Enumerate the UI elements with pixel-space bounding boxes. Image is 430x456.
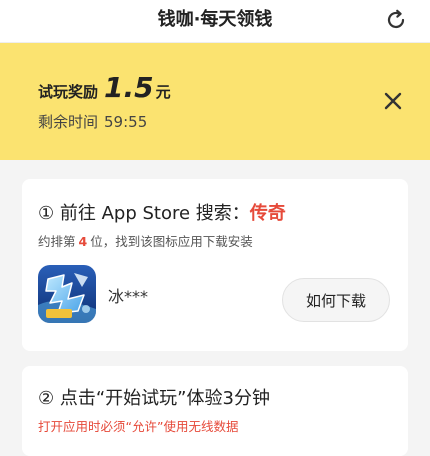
reward-unit: 元 (155, 83, 171, 101)
how-to-download-button[interactable]: 如何下载 (282, 278, 390, 322)
rank-number: 4 (78, 234, 88, 249)
step-2-warning: 打开应用时必须“允许”使用无线数据 (38, 419, 239, 434)
countdown: 剩余时间 59:55 (38, 111, 147, 132)
refresh-icon[interactable] (384, 8, 408, 32)
countdown-value: 59:55 (104, 113, 148, 131)
countdown-label: 剩余时间 (38, 113, 99, 131)
rank-hint-before: 约排第 (38, 234, 76, 249)
rank-hint: 约排第 4 位，找到该图标应用下载安装 (38, 231, 253, 250)
reward-row: 试玩奖励 1.5 元 (38, 71, 171, 105)
step-1-prefix: ① 前往 App Store 搜索： (38, 203, 250, 224)
step-2-title: ② 点击“开始试玩”体验3分钟 (38, 388, 270, 409)
reward-banner: 试玩奖励 1.5 元 剩余时间 59:55 (0, 43, 430, 160)
step-1-title: ① 前往 App Store 搜索：传奇 (38, 199, 286, 225)
top-bar: 钱咖·每天领钱 (0, 0, 430, 43)
reward-label: 试玩奖励 (38, 83, 99, 101)
page-title: 钱咖·每天领钱 (157, 9, 273, 30)
step-1-card: ① 前往 App Store 搜索：传奇 约排第 4 位，找到该图标应用下载安装 冰… (22, 179, 408, 351)
reward-amount: 1.5 (104, 71, 154, 104)
search-keyword: 传奇 (249, 203, 286, 224)
rank-hint-after: 位，找到该图标应用下载安装 (90, 234, 253, 249)
app-name: 冰*** (108, 287, 149, 306)
close-icon[interactable] (382, 90, 404, 112)
app-icon (38, 265, 96, 323)
